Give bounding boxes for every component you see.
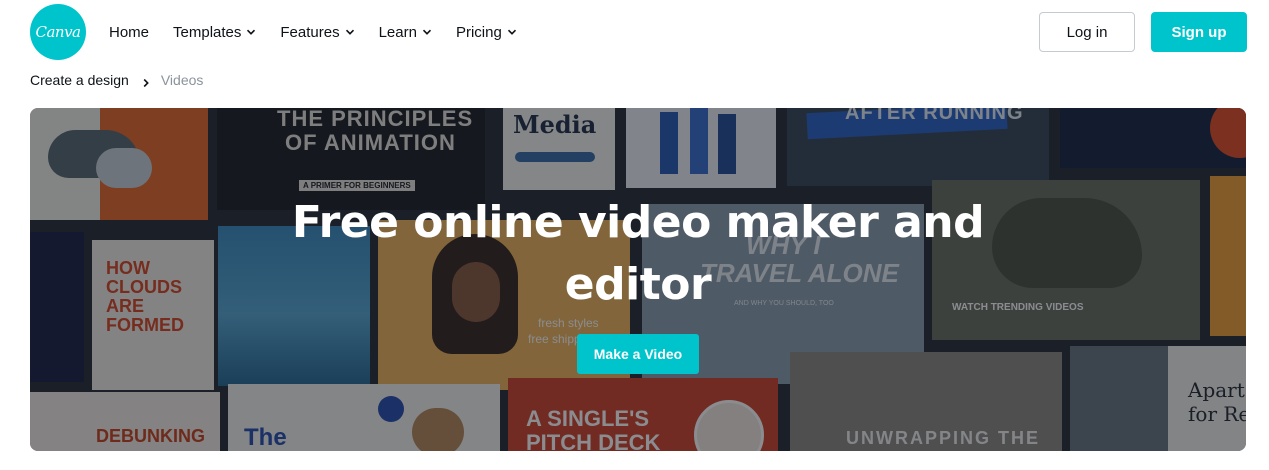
chevron-down-icon [507,27,517,37]
breadcrumb: Create a design Videos [30,70,203,90]
make-a-video-button[interactable]: Make a Video [577,334,699,374]
nav-learn-label: Learn [378,23,417,41]
signup-button[interactable]: Sign up [1151,12,1247,52]
hero-title: Free online video maker and editor [30,192,1246,316]
chevron-right-icon [141,75,151,88]
login-button[interactable]: Log in [1039,12,1135,52]
main-nav: Home Templates Features Learn Pricing [109,0,541,64]
site-header: Canva Home Templates Features Learn Pric… [0,0,1269,64]
nav-home[interactable]: Home [109,24,149,41]
chevron-down-icon [422,27,432,37]
chevron-down-icon [345,27,355,37]
nav-features[interactable]: Features [280,24,354,41]
nav-pricing[interactable]: Pricing [456,24,517,41]
nav-templates-label: Templates [173,23,242,41]
canva-logo[interactable]: Canva [30,4,86,60]
hero-title-line-2: editor [564,259,712,310]
nav-learn[interactable]: Learn [379,24,432,41]
breadcrumb-create-a-design[interactable]: Create a design [30,72,129,88]
nav-templates[interactable]: Templates [173,24,256,41]
nav-pricing-label: Pricing [455,23,502,41]
chevron-down-icon [246,27,256,37]
nav-features-label: Features [280,23,340,41]
breadcrumb-current: Videos [160,72,204,88]
hero-banner: THE PRINCIPLES OF ANIMATION A PRIMER FOR… [30,108,1246,451]
nav-home-label: Home [109,23,150,41]
logo-text: Canva [35,23,82,41]
hero-title-line-1: Free online video maker and [291,197,985,248]
